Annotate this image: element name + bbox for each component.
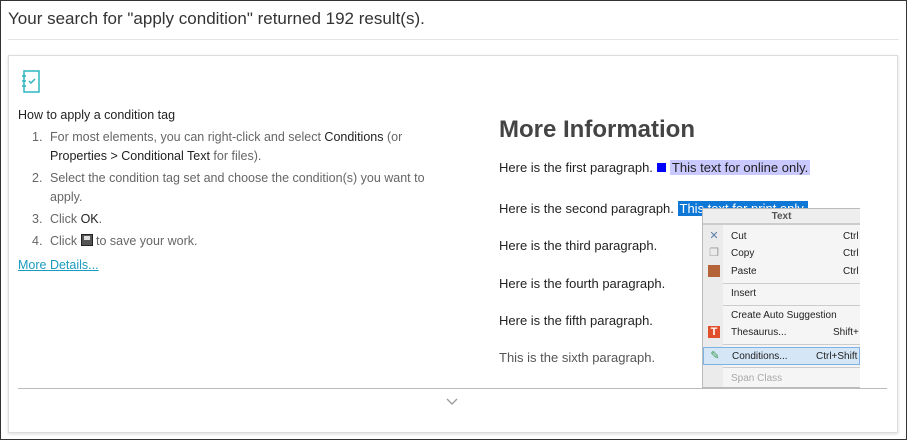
steps-list: 1. For most elements, you can right-click…: [30, 128, 450, 254]
step-number: 3.: [32, 212, 43, 226]
step-4: 4. Click to save your work.: [30, 232, 450, 251]
screenshot-heading: More Information: [499, 116, 695, 143]
step-number: 2.: [32, 171, 43, 185]
step-text: (or: [383, 130, 403, 144]
menu-header: Text: [703, 209, 860, 225]
menu-item-thesaurus[interactable]: T Thesaurus... Shift+: [703, 324, 860, 341]
ui-term: OK: [80, 212, 99, 226]
menu-shortcut: Shift+: [833, 327, 859, 338]
step-text: Click: [50, 212, 81, 226]
menu-label: Paste: [731, 266, 757, 277]
step-text: Click: [50, 234, 81, 248]
menu-item-paste[interactable]: Paste Ctrl: [703, 263, 860, 280]
paste-icon: [708, 265, 720, 277]
menu-item-conditions[interactable]: ✎ Conditions... Ctrl+Shift: [703, 347, 860, 365]
divider: [18, 388, 887, 389]
example-screenshot: More Information Here is the first parag…: [490, 100, 860, 388]
menu-shortcut: Ctrl: [843, 248, 859, 259]
menu-item-copy[interactable]: ❐ Copy Ctrl: [703, 245, 860, 262]
menu-shortcut: Ctrl: [843, 266, 859, 277]
menu-label: Thesaurus...: [731, 327, 787, 338]
copy-icon: ❐: [709, 247, 719, 259]
context-menu: Text ✕ Cut Ctrl ❐ Copy Ctrl Paste Ctrl Insert…: [702, 208, 860, 388]
step-2: 2. Select the condition tag set and choos…: [30, 169, 450, 207]
condition-marker-icon: [656, 163, 666, 172]
divider: [8, 39, 899, 40]
step-text: for files).: [209, 149, 262, 163]
menu-label: Cut: [731, 231, 747, 242]
conditional-text-online: This text for online only.: [669, 160, 811, 175]
menu-item-cut[interactable]: ✕ Cut Ctrl: [703, 228, 860, 245]
step-text: For most elements, you can right-click a…: [50, 130, 325, 144]
paragraph-4: Here is the fourth paragraph.: [499, 276, 666, 291]
paragraph-6: This is the sixth paragraph.: [499, 350, 656, 365]
checklist-icon: [20, 70, 40, 99]
menu-label: Span Class: [731, 373, 783, 384]
step-text: to save your work.: [92, 234, 198, 248]
menu-label: Copy: [731, 248, 755, 259]
ui-term: Conditions: [324, 130, 384, 144]
save-icon: [80, 234, 93, 246]
conditions-icon: ✎: [710, 350, 720, 362]
menu-item-span-class[interactable]: Span Class: [703, 370, 860, 387]
step-text: .: [98, 212, 103, 226]
paragraph-1: Here is the first paragraph. This text fo…: [499, 160, 811, 175]
paragraph-text: Here is the second paragraph.: [499, 201, 674, 216]
step-text: Select the condition tag set and choose …: [50, 171, 425, 204]
menu-label: Insert: [731, 288, 757, 299]
search-results-title: Your search for "apply condition" return…: [8, 9, 425, 28]
menu-item-create-auto-suggestion[interactable]: Create Auto Suggestion: [703, 307, 860, 324]
paragraph-3: Here is the third paragraph.: [499, 238, 658, 253]
step-1: 1. For most elements, you can right-click…: [30, 128, 450, 166]
menu-label: Create Auto Suggestion: [731, 310, 837, 321]
more-details-link[interactable]: More Details...: [18, 258, 99, 272]
paragraph-text: Here is the first paragraph.: [499, 160, 653, 175]
step-number: 4.: [32, 234, 43, 248]
menu-shortcut: Ctrl: [843, 231, 859, 242]
menu-item-insert[interactable]: Insert: [703, 285, 860, 302]
paragraph-5: Here is the fifth paragraph.: [499, 313, 653, 328]
ui-term: Properties > Conditional Text: [50, 149, 210, 163]
chevron-down-icon[interactable]: [446, 395, 458, 409]
menu-label: Conditions...: [732, 351, 788, 362]
step-3: 3. Click OK.: [30, 210, 450, 229]
thesaurus-icon: T: [708, 326, 720, 338]
result-heading: How to apply a condition tag: [18, 108, 176, 122]
scissors-icon: ✕: [709, 230, 719, 242]
step-number: 1.: [32, 130, 43, 144]
menu-shortcut: Ctrl+Shift: [816, 351, 858, 362]
